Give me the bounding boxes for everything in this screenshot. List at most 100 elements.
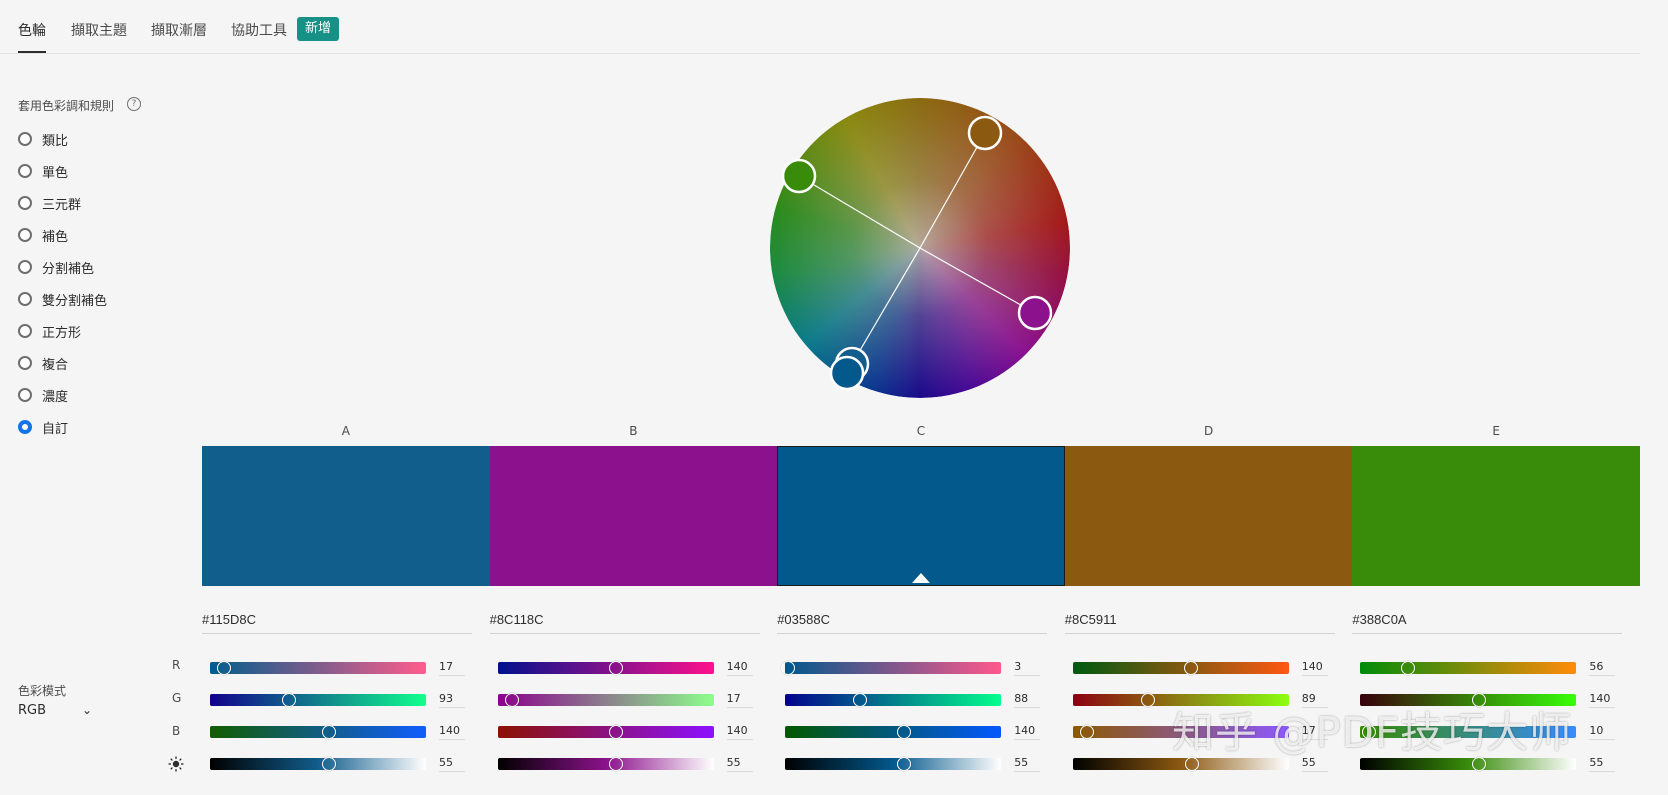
slider-thumb[interactable] xyxy=(609,661,624,675)
slider-thumb[interactable] xyxy=(1400,661,1415,675)
hex-input[interactable]: #388C0A xyxy=(1352,612,1623,634)
slider-thumb[interactable] xyxy=(896,757,911,771)
wheel-handle-e[interactable] xyxy=(781,158,817,194)
radio-icon[interactable] xyxy=(18,164,32,178)
rule-label: 自訂 xyxy=(42,422,69,437)
swatch-d[interactable] xyxy=(1064,446,1353,586)
rule-complementary[interactable]: 補色 xyxy=(18,226,107,258)
slider-thumb[interactable] xyxy=(780,661,795,675)
radio-icon[interactable] xyxy=(18,228,32,242)
slider-g[interactable] xyxy=(497,693,714,707)
swatch-c[interactable] xyxy=(777,446,1065,586)
new-button[interactable]: 新增 xyxy=(297,17,340,41)
help-icon[interactable]: ? xyxy=(127,97,141,111)
slider-thumb[interactable] xyxy=(504,693,519,707)
slider-r[interactable] xyxy=(1072,661,1289,675)
value-input-b[interactable]: 140 xyxy=(726,724,753,740)
value-input-g[interactable]: 17 xyxy=(726,692,753,708)
slider-r[interactable] xyxy=(1360,661,1577,675)
radio-icon[interactable] xyxy=(18,132,32,146)
slider-thumb[interactable] xyxy=(321,757,336,771)
slider-thumb[interactable] xyxy=(281,693,296,707)
rule-square[interactable]: 正方形 xyxy=(18,322,107,354)
slider-thumb[interactable] xyxy=(217,661,232,675)
slider-thumb[interactable] xyxy=(1141,693,1156,707)
slider-thumb[interactable] xyxy=(1184,661,1199,675)
radio-icon[interactable] xyxy=(18,324,32,338)
wheel-handle-c[interactable] xyxy=(829,355,865,391)
rule-compound[interactable]: 複合 xyxy=(18,354,107,386)
color-mode-select[interactable]: RGB ⌄ xyxy=(18,703,92,723)
rule-label: 三元群 xyxy=(42,198,82,213)
rule-shades[interactable]: 濃度 xyxy=(18,386,107,418)
slider-thumb[interactable] xyxy=(321,725,336,739)
rule-monochromatic[interactable]: 單色 xyxy=(18,162,107,194)
slider-thumb[interactable] xyxy=(609,725,624,739)
swatch-e[interactable] xyxy=(1352,446,1640,586)
radio-icon[interactable] xyxy=(18,196,32,210)
tab-extract-theme[interactable]: 擷取主題 xyxy=(71,20,127,40)
color-mode-label: 色彩模式 xyxy=(18,684,67,698)
tab-extract-gradient[interactable]: 擷取漸層 xyxy=(151,20,207,40)
rule-split-complementary[interactable]: 分割補色 xyxy=(18,258,107,290)
slider-brightness[interactable] xyxy=(497,757,714,771)
radio-icon[interactable] xyxy=(18,388,32,402)
slider-thumb[interactable] xyxy=(852,693,867,707)
value-input-brightness[interactable]: 55 xyxy=(439,756,465,772)
value-input-g[interactable]: 93 xyxy=(439,692,465,708)
value-input-g[interactable]: 88 xyxy=(1014,692,1041,708)
wheel-handle-b[interactable] xyxy=(1017,295,1053,331)
value-input-b[interactable]: 10 xyxy=(1589,724,1616,740)
value-input-brightness[interactable]: 55 xyxy=(726,756,753,772)
value-input-r[interactable]: 140 xyxy=(1301,660,1328,676)
rule-triad[interactable]: 三元群 xyxy=(18,194,107,226)
value-input-r[interactable]: 56 xyxy=(1589,660,1616,676)
slider-thumb[interactable] xyxy=(1080,725,1095,739)
slider-r[interactable] xyxy=(210,661,426,675)
radio-icon[interactable] xyxy=(18,292,32,306)
slider-g[interactable] xyxy=(785,693,1002,707)
swatch-row xyxy=(202,446,1640,586)
rule-custom[interactable]: 自訂 xyxy=(18,418,107,450)
radio-icon[interactable] xyxy=(18,356,32,370)
swatch-b[interactable] xyxy=(489,446,778,586)
value-input-r[interactable]: 17 xyxy=(439,660,465,676)
color-mode-value: RGB xyxy=(18,703,47,718)
slider-g[interactable] xyxy=(210,693,426,707)
slider-b[interactable] xyxy=(497,725,714,739)
radio-icon[interactable] xyxy=(18,260,32,274)
color-wheel[interactable] xyxy=(760,88,1080,408)
slider-b[interactable] xyxy=(210,725,426,739)
tab-color-wheel[interactable]: 色輪 xyxy=(18,20,46,40)
swatch-letter: C xyxy=(916,424,926,438)
slider-thumb[interactable] xyxy=(896,725,911,739)
color-wheel-app: 色輪 擷取主題 擷取漸層 協助工具 新增 套用色彩調和規則 ? 類比 單色 三元… xyxy=(0,0,1668,795)
slider-thumb[interactable] xyxy=(609,757,624,771)
slider-brightness[interactable] xyxy=(785,757,1002,771)
slider-r[interactable] xyxy=(780,661,1002,675)
rule-label: 濃度 xyxy=(42,390,69,405)
slider-r[interactable] xyxy=(497,661,714,675)
slider-brightness[interactable] xyxy=(210,757,426,771)
hex-input[interactable]: #8C118C xyxy=(489,612,760,634)
value-input-brightness[interactable]: 55 xyxy=(1589,756,1616,772)
rule-analogous[interactable]: 類比 xyxy=(18,130,107,162)
rule-label: 複合 xyxy=(42,358,69,373)
value-input-r[interactable]: 140 xyxy=(726,660,753,676)
value-input-b[interactable]: 140 xyxy=(1014,724,1041,740)
hex-input[interactable]: #03588C xyxy=(777,612,1048,634)
hex-input[interactable]: #115D8C xyxy=(202,612,472,634)
tab-accessibility-tools[interactable]: 協助工具 xyxy=(231,20,287,40)
value-input-r[interactable]: 3 xyxy=(1014,660,1041,676)
swatch-a[interactable] xyxy=(202,446,490,586)
radio-checked-icon[interactable] xyxy=(18,420,32,434)
hex-input[interactable]: #8C5911 xyxy=(1064,612,1335,634)
slider-b[interactable] xyxy=(785,725,1002,739)
value-input-brightness[interactable]: 55 xyxy=(1014,756,1041,772)
wheel-handle-d[interactable] xyxy=(967,115,1003,151)
selected-triangle-icon xyxy=(911,573,930,583)
brightness-icon xyxy=(168,756,184,772)
value-input-g[interactable]: 140 xyxy=(1589,692,1616,708)
rule-double-split-complementary[interactable]: 雙分割補色 xyxy=(18,290,107,322)
value-input-b[interactable]: 140 xyxy=(439,724,465,740)
